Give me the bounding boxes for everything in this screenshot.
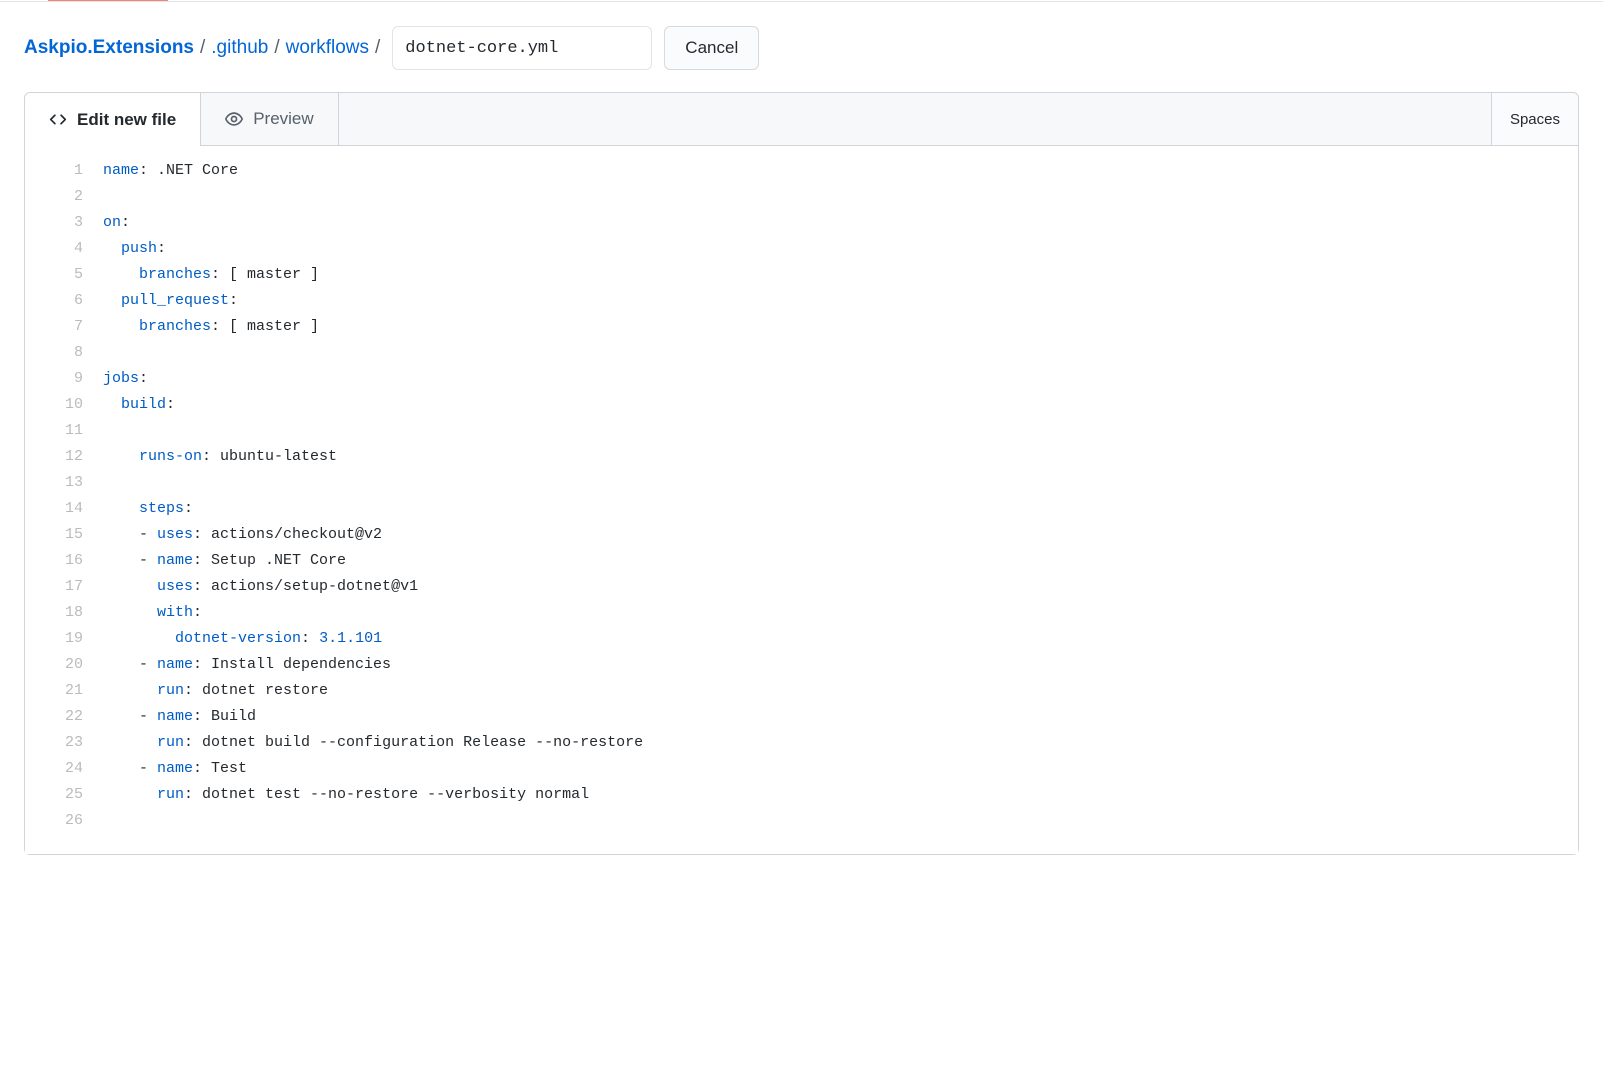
top-tab-indicator <box>0 0 1603 2</box>
line-number: 1 <box>55 158 83 184</box>
code-line[interactable]: branches: [ master ] <box>103 262 1562 288</box>
code-line[interactable]: - uses: actions/checkout@v2 <box>103 522 1562 548</box>
breadcrumb-repo-link[interactable]: Askpio.Extensions <box>24 37 194 59</box>
editor-panel: Edit new file Preview Spaces 12345678910… <box>24 92 1579 855</box>
tab-label: Edit new file <box>77 110 176 130</box>
line-number: 19 <box>55 626 83 652</box>
line-number: 22 <box>55 704 83 730</box>
code-line[interactable]: on: <box>103 210 1562 236</box>
line-number: 13 <box>55 470 83 496</box>
line-number: 14 <box>55 496 83 522</box>
line-number: 21 <box>55 678 83 704</box>
code-line[interactable]: - name: Build <box>103 704 1562 730</box>
indent-mode-label: Spaces <box>1510 111 1560 128</box>
breadcrumb-path-link[interactable]: workflows <box>286 37 369 59</box>
code-line[interactable]: branches: [ master ] <box>103 314 1562 340</box>
line-number: 5 <box>55 262 83 288</box>
line-number: 16 <box>55 548 83 574</box>
line-number: 25 <box>55 782 83 808</box>
line-number: 20 <box>55 652 83 678</box>
code-editor[interactable]: 1234567891011121314151617181920212223242… <box>25 146 1578 854</box>
code-line[interactable]: - name: Install dependencies <box>103 652 1562 678</box>
code-line[interactable] <box>103 340 1562 366</box>
tab-edit-file[interactable]: Edit new file <box>25 93 201 146</box>
breadcrumb-separator: / <box>200 37 205 59</box>
line-number: 26 <box>55 808 83 834</box>
line-number: 6 <box>55 288 83 314</box>
code-line[interactable]: steps: <box>103 496 1562 522</box>
line-number: 15 <box>55 522 83 548</box>
eye-icon <box>225 110 243 128</box>
code-line[interactable]: run: dotnet build --configuration Releas… <box>103 730 1562 756</box>
filename-input[interactable] <box>392 26 652 70</box>
breadcrumb: Askpio.Extensions / .github / workflows … <box>24 37 380 59</box>
breadcrumb-row: Askpio.Extensions / .github / workflows … <box>24 26 1579 70</box>
code-line[interactable] <box>103 808 1562 834</box>
code-icon <box>49 111 67 129</box>
line-number: 12 <box>55 444 83 470</box>
code-line[interactable] <box>103 184 1562 210</box>
line-number: 2 <box>55 184 83 210</box>
code-line[interactable]: name: .NET Core <box>103 158 1562 184</box>
code-line[interactable]: jobs: <box>103 366 1562 392</box>
line-number-gutter: 1234567891011121314151617181920212223242… <box>25 158 103 834</box>
code-line[interactable]: build: <box>103 392 1562 418</box>
line-number: 10 <box>55 392 83 418</box>
code-line[interactable]: runs-on: ubuntu-latest <box>103 444 1562 470</box>
line-number: 7 <box>55 314 83 340</box>
editor-tabs: Edit new file Preview Spaces <box>25 93 1578 146</box>
cancel-button[interactable]: Cancel <box>664 26 759 70</box>
code-line[interactable] <box>103 418 1562 444</box>
line-number: 18 <box>55 600 83 626</box>
code-line[interactable]: pull_request: <box>103 288 1562 314</box>
code-line[interactable]: - name: Setup .NET Core <box>103 548 1562 574</box>
tab-label: Preview <box>253 109 313 129</box>
breadcrumb-path-link[interactable]: .github <box>211 37 268 59</box>
line-number: 17 <box>55 574 83 600</box>
line-number: 4 <box>55 236 83 262</box>
line-number: 9 <box>55 366 83 392</box>
line-number: 3 <box>55 210 83 236</box>
breadcrumb-separator: / <box>274 37 279 59</box>
code-line[interactable]: - name: Test <box>103 756 1562 782</box>
code-line[interactable]: run: dotnet restore <box>103 678 1562 704</box>
code-line[interactable]: dotnet-version: 3.1.101 <box>103 626 1562 652</box>
code-line[interactable]: push: <box>103 236 1562 262</box>
line-number: 23 <box>55 730 83 756</box>
tab-preview[interactable]: Preview <box>201 93 338 145</box>
code-line[interactable]: run: dotnet test --no-restore --verbosit… <box>103 782 1562 808</box>
indent-mode-select[interactable]: Spaces <box>1491 93 1578 145</box>
line-number: 8 <box>55 340 83 366</box>
line-number: 24 <box>55 756 83 782</box>
code-line[interactable] <box>103 470 1562 496</box>
code-line[interactable]: uses: actions/setup-dotnet@v1 <box>103 574 1562 600</box>
line-number: 11 <box>55 418 83 444</box>
code-line[interactable]: with: <box>103 600 1562 626</box>
code-content[interactable]: name: .NET Core on: push: branches: [ ma… <box>103 158 1578 834</box>
breadcrumb-separator: / <box>375 37 380 59</box>
